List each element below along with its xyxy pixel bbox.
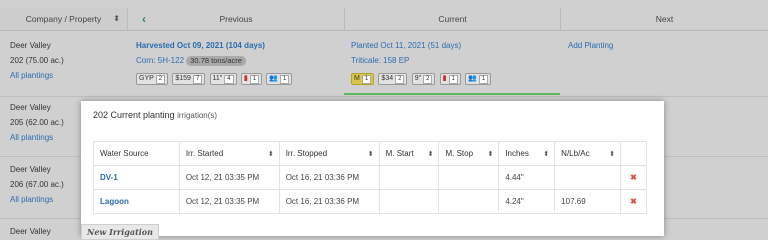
m-start (378, 189, 440, 214)
inches: 4.24" (498, 189, 556, 214)
irr-stopped: Oct 16, 21 03:36 PM (278, 189, 380, 214)
current-chips: M1 $34 2 9" 2 ▮ 1 👥 1 (351, 71, 493, 86)
irr-started: Oct 12, 21 03:35 PM (178, 165, 280, 190)
sort-icon[interactable]: ⬍ (428, 150, 434, 158)
table-header-row: Water Source Irr. Started ⬍ Irr. Stopped ⬍… (93, 141, 648, 166)
previous-crop-line: Corn: 5H-122 30.78 tons/acre (136, 53, 294, 68)
farm-name: Deer Valley (10, 41, 51, 50)
next-label: Next (655, 14, 674, 24)
pdf-chip[interactable]: ▮ 1 (240, 72, 263, 85)
previous-label: Previous (219, 14, 253, 24)
n-lb-ac: 107.69 (554, 189, 621, 214)
previous-planting: Harvested Oct 09, 2021 (104 days) Corn: … (136, 38, 294, 86)
current-header: Current (344, 8, 560, 30)
col-actions (619, 141, 648, 166)
planted-link[interactable]: Planted Oct 11, 2021 (51 days) (351, 38, 493, 53)
m-start (378, 165, 440, 190)
modal-subtitle: irrigation(s) (177, 111, 218, 120)
inches: 4.44" (498, 165, 556, 190)
col-m-stop[interactable]: M. Stop ⬍ (438, 141, 500, 166)
gypsum-chip[interactable]: GYP 2 (136, 72, 169, 85)
cost-chip[interactable]: $34 2 (378, 72, 408, 85)
col-irr-started[interactable]: Irr. Started ⬍ (178, 141, 280, 166)
cost-chip[interactable]: $159 7 (172, 72, 206, 85)
table-row: DV-1 Oct 12, 21 03:35 PM Oct 16, 21 03:3… (93, 165, 648, 190)
farm-name: Deer Valley (10, 165, 51, 174)
team-icon: 👥 (269, 74, 279, 82)
team-chip[interactable]: 👥 1 (266, 72, 293, 85)
row-1-property: Deer Valley 202 (75.00 ac.) All planting… (10, 38, 64, 83)
n-lb-ac (554, 165, 621, 190)
current-crop[interactable]: Triticale: 158 EP (351, 53, 493, 68)
irrigation-table: Water Source Irr. Started ⬍ Irr. Stopped ⬍… (93, 141, 648, 214)
water-chip[interactable]: 9" 2 (411, 72, 436, 85)
yield-badge: 30.78 tons/acre (186, 56, 246, 66)
add-planting-link[interactable]: Add Planting (568, 38, 613, 53)
previous-chips: GYP 2 $159 7 11" 4 ▮ 1 👥 1 (136, 71, 294, 86)
irr-stopped: Oct 16, 21 03:36 PM (278, 165, 380, 190)
header-divider (0, 30, 768, 31)
chevron-left-icon[interactable]: ‹ (142, 8, 146, 30)
current-label: Current (438, 14, 467, 24)
water-source-link[interactable]: DV-1 (93, 165, 180, 190)
col-irr-stopped[interactable]: Irr. Stopped ⬍ (278, 141, 380, 166)
m-stop (438, 189, 500, 214)
table-row: Lagoon Oct 12, 21 03:35 PM Oct 16, 21 03… (93, 189, 648, 214)
company-property-header[interactable]: Company / Property ⬍ (0, 8, 128, 30)
sort-icon[interactable]: ⬍ (113, 8, 120, 30)
team-icon: 👥 (468, 74, 477, 82)
irrigation-modal: 202 Current planting irrigation(s) Water… (81, 101, 664, 236)
pdf-icon: ▮ (442, 74, 447, 82)
modal-title: 202 Current planting irrigation(s) (93, 110, 217, 120)
row-4-property: Deer Valley (10, 224, 51, 239)
pdf-chip[interactable]: ▮ 1 (439, 72, 461, 85)
col-inches[interactable]: Inches ⬍ (498, 141, 556, 166)
sort-icon[interactable]: ⬍ (543, 150, 549, 158)
row-2-property: Deer Valley 205 (62.00 ac.) All planting… (10, 100, 64, 145)
next-header: Next (560, 8, 768, 30)
row-divider (0, 96, 768, 97)
harvested-link[interactable]: Harvested Oct 09, 2021 (104 days) (136, 38, 294, 53)
all-plantings-link[interactable]: All plantings (10, 68, 64, 83)
field-name: 205 (62.00 ac.) (10, 118, 64, 127)
previous-crop[interactable]: Corn: 5H-122 (136, 56, 184, 65)
farm-name: Deer Valley (10, 227, 51, 236)
manure-chip[interactable]: M1 (351, 72, 375, 85)
irr-started: Oct 12, 21 03:35 PM (178, 189, 280, 214)
col-m-start[interactable]: M. Start ⬍ (378, 141, 440, 166)
col-water-source[interactable]: Water Source (93, 141, 180, 166)
col-n-lb-ac[interactable]: N/Lb/Ac ⬍ (554, 141, 621, 166)
water-source-link[interactable]: Lagoon (93, 189, 180, 214)
field-name: 206 (67.00 ac.) (10, 180, 64, 189)
current-planting: Planted Oct 11, 2021 (51 days) Triticale… (351, 38, 493, 86)
sort-icon[interactable]: ⬍ (268, 150, 274, 158)
m-stop (438, 165, 500, 190)
delete-icon[interactable]: ✖ (619, 189, 648, 214)
new-irrigation-button[interactable]: New Irrigation (81, 224, 159, 240)
water-chip[interactable]: 11" 4 (209, 72, 237, 85)
team-chip[interactable]: 👥 1 (465, 72, 492, 85)
current-indicator (344, 93, 560, 95)
field-name: 202 (75.00 ac.) (10, 56, 64, 65)
row-3-property: Deer Valley 206 (67.00 ac.) All planting… (10, 162, 64, 207)
previous-header: ‹ Previous (128, 8, 344, 30)
modal-title-text: 202 Current planting (93, 110, 175, 120)
delete-icon[interactable]: ✖ (619, 165, 648, 190)
pdf-icon: ▮ (243, 74, 248, 82)
all-plantings-link[interactable]: All plantings (10, 192, 64, 207)
all-plantings-link[interactable]: All plantings (10, 130, 64, 145)
sort-icon[interactable]: ⬍ (368, 150, 374, 158)
farm-name: Deer Valley (10, 103, 51, 112)
sort-icon[interactable]: ⬍ (609, 150, 615, 158)
company-property-label: Company / Property (25, 14, 102, 24)
sort-icon[interactable]: ⬍ (487, 150, 493, 158)
